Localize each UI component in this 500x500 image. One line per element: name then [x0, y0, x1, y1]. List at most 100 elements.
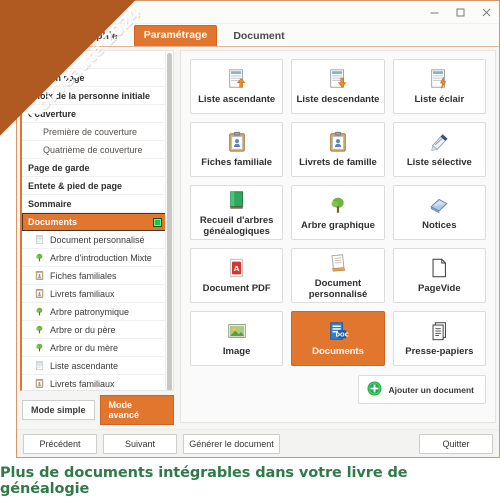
application-window: ...graphie Paramétrage Document Modèle Mi…: [16, 0, 500, 458]
add-document-label: Ajouter un document: [388, 384, 474, 395]
document-type-grid: Liste ascendante Liste descendante Liste é…: [190, 59, 486, 366]
tree-item[interactable]: Entete & pied de page: [22, 177, 166, 195]
tab-document[interactable]: Document: [223, 26, 294, 46]
tree-item[interactable]: Arbre or du mère: [22, 339, 166, 357]
add-document-button[interactable]: Ajouter un document: [357, 375, 486, 404]
tab-parametrage[interactable]: Paramétrage: [133, 25, 218, 46]
document-type-tile[interactable]: Liste éclair: [392, 59, 486, 114]
document-icon: [34, 234, 45, 245]
tree-item[interactable]: Arbre or du père: [22, 321, 166, 339]
green-plus-icon: [367, 381, 382, 398]
tile-label: Liste descendante: [296, 94, 380, 105]
tile-label: Livrets de famille: [299, 157, 377, 168]
document-type-tile[interactable]: Liste ascendante: [190, 59, 284, 114]
clipboard-icon: [34, 270, 45, 281]
document-type-tile[interactable]: Document personnalisé: [291, 248, 385, 303]
tree-scrollbar-thumb[interactable]: [167, 53, 172, 390]
tree-item[interactable]: Première de couverture: [22, 123, 166, 141]
tree-panel: Modèle Mise en page Choix de la personne i…: [20, 50, 174, 391]
document-type-tile[interactable]: Livrets de famille: [291, 122, 385, 177]
document-type-tile[interactable]: Recueil d'arbres généalogiques: [190, 185, 284, 240]
quit-button[interactable]: Quitter: [419, 433, 493, 454]
tree-item-label: Livrets familiaux: [50, 378, 115, 389]
tree-item[interactable]: Page de garde: [22, 159, 166, 177]
image-icon: [226, 320, 248, 342]
tree-item-label: Entete & pied de page: [28, 180, 123, 191]
document-type-tile[interactable]: Liste sélective: [392, 122, 486, 177]
tree-item[interactable]: Choix de la personne initiale: [22, 87, 166, 105]
tile-label: Liste éclair: [414, 94, 465, 105]
page-caption: Plus de documents intégrables dans votre…: [0, 465, 408, 497]
tree-icon: [34, 324, 45, 335]
tile-label: Arbre graphique: [301, 220, 375, 231]
tile-label: Document personnalisé: [308, 277, 368, 300]
document-type-tile[interactable]: Liste descendante: [291, 59, 385, 114]
svg-text:DOC: DOC: [335, 333, 348, 339]
blue-book-icon: [428, 194, 450, 216]
document-type-tile[interactable]: A Document PDF: [190, 248, 284, 303]
clipboard-person-icon: [327, 131, 349, 153]
tree-item-label: Mise en page: [28, 72, 85, 83]
tree-item[interactable]: Arbre d'introduction Mixte: [22, 249, 166, 267]
document-type-tile[interactable]: Notices: [392, 185, 486, 240]
tile-label: Liste ascendante: [198, 94, 276, 105]
tree-item-label: Quatrième de couverture: [43, 144, 143, 155]
tree-icon: [327, 194, 349, 216]
pdf-icon: A: [226, 257, 248, 279]
tile-label: Recueil d'arbres généalogiques: [199, 214, 274, 237]
tile-label: PageVide: [418, 283, 461, 294]
tree-item-label: Choix de la personne initiale: [28, 90, 151, 101]
tree-item[interactable]: Fiches familiales: [22, 267, 166, 285]
tab-genealogie[interactable]: ...graphie: [61, 26, 128, 46]
tree-item-label: Fiches familiales: [50, 270, 117, 281]
minimize-icon[interactable]: [421, 2, 447, 22]
tile-label: Fiches familiale: [201, 157, 273, 168]
generate-document-button[interactable]: Générer le document: [183, 433, 280, 454]
mode-avance-button[interactable]: Mode avancé: [99, 395, 174, 425]
tile-label: Documents: [312, 346, 364, 357]
mode-simple-button[interactable]: Mode simple: [22, 400, 95, 420]
tree-item[interactable]: Mise en page: [22, 69, 166, 87]
tile-label: Notices: [422, 220, 457, 231]
tile-label: Document PDF: [202, 283, 271, 294]
tree-item-label: Arbre or du mère: [50, 342, 119, 353]
tree-item[interactable]: Sommaire: [22, 195, 166, 213]
document-type-tile[interactable]: Fiches familiale: [190, 122, 284, 177]
tree-item-label: Page de garde: [28, 162, 90, 173]
tree-item[interactable]: Liste ascendante: [22, 357, 166, 375]
next-button[interactable]: Suivant: [103, 433, 177, 454]
document-type-tile[interactable]: PageVide: [392, 248, 486, 303]
left-panel: Modèle Mise en page Choix de la personne i…: [20, 50, 174, 429]
document-type-tile[interactable]: DOC Documents: [291, 311, 385, 366]
tree-icon: [34, 252, 45, 263]
svg-text:A: A: [233, 264, 239, 273]
tree-icon: [34, 342, 45, 353]
tree-item[interactable]: Modèle: [22, 51, 166, 69]
tree-scrollbar[interactable]: [165, 51, 173, 390]
content-area: Modèle Mise en page Choix de la personne i…: [17, 47, 499, 429]
tree-item[interactable]: Document personnalisé: [22, 231, 166, 249]
add-document-row: Ajouter un document: [190, 375, 486, 404]
clipboard-stack-icon: [428, 320, 450, 342]
document-type-tile[interactable]: Arbre graphique: [291, 185, 385, 240]
document-type-tile[interactable]: Presse-papiers: [392, 311, 486, 366]
tree-icon: [34, 306, 45, 317]
blank-page-icon: [428, 257, 450, 279]
tree-item[interactable]: Livrets familiaux: [22, 285, 166, 303]
tree-item[interactable]: Quatrième de couverture: [22, 141, 166, 159]
navigation-tree[interactable]: Modèle Mise en page Choix de la personne i…: [22, 51, 166, 390]
close-icon[interactable]: [473, 2, 499, 22]
tree-item[interactable]: Livrets familiaux: [22, 375, 166, 390]
previous-button[interactable]: Précédent: [23, 433, 97, 454]
tab-bar: ...graphie Paramétrage Document: [17, 24, 499, 47]
tile-label: Liste sélective: [406, 157, 472, 168]
tree-item-label: Sommaire: [28, 198, 72, 209]
tree-item[interactable]: Arbre patronymique: [22, 303, 166, 321]
tree-item-label: Documents: [28, 217, 78, 227]
tree-item[interactable]: Couverture: [22, 105, 166, 123]
document-type-tile[interactable]: Image: [190, 311, 284, 366]
maximize-icon[interactable]: [447, 2, 473, 22]
tree-item-label: Document personnalisé: [50, 234, 145, 245]
clipboard-person-icon: [226, 131, 248, 153]
tree-item[interactable]: Documents: [22, 213, 166, 231]
